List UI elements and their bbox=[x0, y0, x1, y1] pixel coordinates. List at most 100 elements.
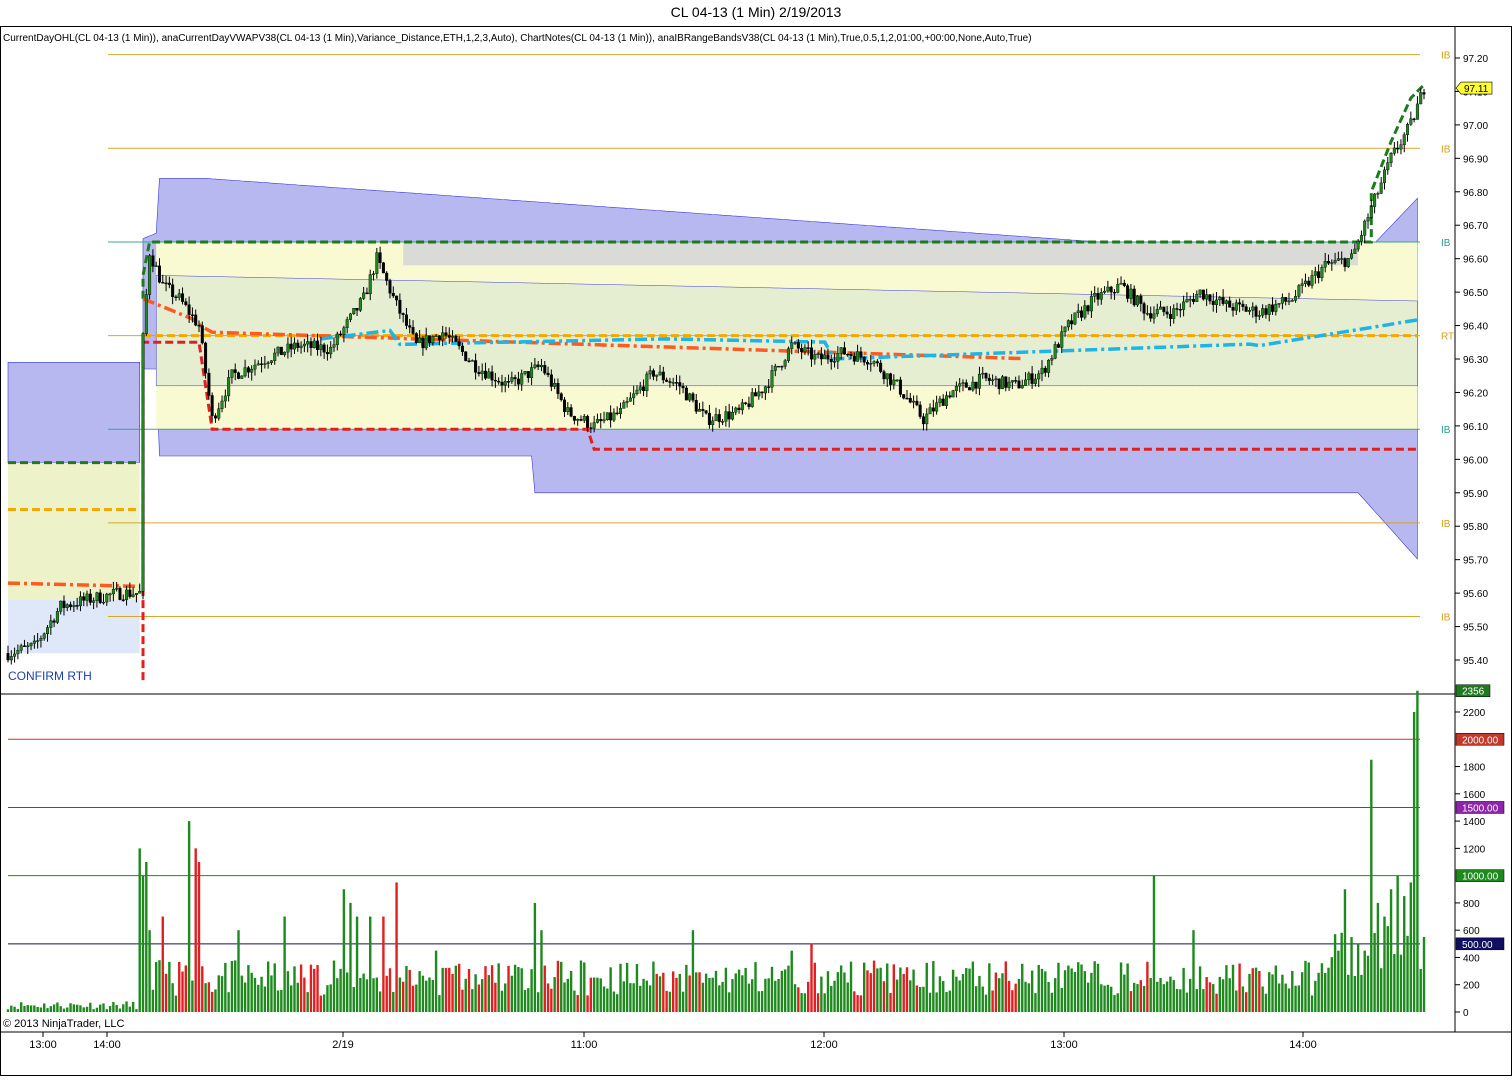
volume-tick-label: 0 bbox=[1463, 1008, 1469, 1019]
candle-body bbox=[1224, 300, 1228, 304]
volume-bar bbox=[1080, 964, 1083, 1012]
candle-body bbox=[1043, 367, 1047, 373]
volume-bar bbox=[658, 976, 662, 1012]
volume-bar bbox=[625, 962, 629, 1012]
candle-body bbox=[266, 362, 270, 364]
volume-bar bbox=[727, 992, 731, 1012]
candle-body bbox=[26, 645, 30, 648]
candle-body bbox=[576, 418, 580, 421]
volume-bar bbox=[306, 992, 309, 1012]
volume-bar bbox=[237, 930, 240, 1012]
volume-bar bbox=[1264, 993, 1268, 1012]
volume-bar bbox=[701, 982, 705, 1012]
candle-body bbox=[813, 354, 817, 360]
volume-bar bbox=[1086, 982, 1090, 1012]
candle-body bbox=[1149, 313, 1153, 319]
volume-bar bbox=[39, 1007, 43, 1012]
volume-bar bbox=[579, 960, 583, 1012]
volume-bar bbox=[1179, 989, 1182, 1012]
chart-canvas[interactable]: IBIBIBRTIBIBIB 97.2097.1097.0096.9096.80… bbox=[0, 26, 1512, 1076]
volume-bar bbox=[984, 994, 988, 1012]
candle-body bbox=[1175, 308, 1179, 310]
candle-body bbox=[1392, 147, 1396, 154]
volume-bar bbox=[49, 1006, 53, 1012]
candle-body bbox=[549, 374, 553, 387]
candle-body bbox=[151, 255, 155, 267]
volume-bar bbox=[260, 976, 263, 1012]
candle-body bbox=[1369, 206, 1373, 218]
volume-bar bbox=[1370, 759, 1373, 1012]
ib-level-label: IB bbox=[1441, 425, 1451, 436]
volume-bar bbox=[1218, 976, 1222, 1012]
candle-body bbox=[1116, 284, 1120, 293]
candle-body bbox=[533, 364, 537, 368]
candle-body bbox=[605, 412, 609, 421]
candle-body bbox=[717, 414, 721, 422]
candle-body bbox=[1277, 303, 1281, 305]
volume-bar bbox=[1126, 963, 1129, 1012]
volume-bar bbox=[276, 990, 280, 1012]
price-tick-label: 97.00 bbox=[1463, 121, 1488, 132]
candle-body bbox=[49, 620, 53, 628]
candle-body bbox=[65, 604, 69, 608]
volume-bar bbox=[734, 973, 737, 1012]
candle-body bbox=[704, 410, 708, 414]
candle-body bbox=[92, 600, 96, 603]
chart-frame[interactable]: IBIBIBRTIBIBIB 97.2097.1097.0096.9096.80… bbox=[0, 26, 1512, 1076]
candle-body bbox=[1218, 297, 1222, 301]
candle-body bbox=[862, 357, 866, 363]
candle-body bbox=[997, 378, 1001, 390]
volume-bar bbox=[168, 961, 171, 1012]
candle-body bbox=[694, 400, 698, 412]
candle-body bbox=[1228, 300, 1232, 308]
volume-bar bbox=[280, 989, 283, 1012]
volume-bar bbox=[204, 983, 207, 1012]
candle-body bbox=[971, 381, 975, 391]
candle-body bbox=[480, 370, 484, 374]
candle-body bbox=[658, 371, 662, 376]
candle-body bbox=[46, 627, 50, 635]
candle-body bbox=[895, 379, 899, 382]
volume-bar bbox=[441, 967, 444, 1012]
candle-body bbox=[1047, 359, 1051, 373]
candle-body bbox=[1297, 285, 1301, 297]
candle-body bbox=[602, 419, 606, 422]
volume-bar bbox=[26, 1005, 29, 1012]
price-tick-label: 96.10 bbox=[1463, 422, 1488, 433]
candle-body bbox=[833, 361, 837, 363]
candle-body bbox=[1159, 306, 1163, 310]
volume-bar bbox=[187, 821, 191, 1012]
volume-bar bbox=[714, 970, 718, 1012]
candle-body bbox=[1247, 310, 1251, 312]
volume-bar bbox=[711, 977, 714, 1012]
price-tick-label: 96.90 bbox=[1463, 154, 1488, 165]
volume-bar bbox=[1192, 930, 1195, 1012]
candle-body bbox=[490, 371, 494, 381]
volume-bar bbox=[770, 966, 774, 1012]
volume-bar bbox=[1208, 982, 1212, 1012]
candle-body bbox=[961, 382, 965, 384]
candle-body bbox=[1017, 380, 1021, 389]
candle-body bbox=[368, 274, 372, 295]
volume-bar bbox=[1133, 982, 1136, 1012]
candle-body bbox=[566, 407, 570, 412]
candle-body bbox=[1073, 312, 1077, 325]
volume-bar bbox=[1347, 974, 1350, 1012]
volume-bar bbox=[783, 969, 787, 1012]
candle-body bbox=[1096, 293, 1100, 300]
candle-body bbox=[760, 391, 764, 394]
volume-bar bbox=[1268, 972, 1271, 1012]
candle-body bbox=[829, 359, 833, 363]
candle-body bbox=[954, 385, 958, 391]
volume-bar bbox=[1050, 992, 1054, 1012]
volume-bar bbox=[1106, 984, 1110, 1012]
volume-bar bbox=[777, 978, 780, 1012]
volume-bar bbox=[1142, 985, 1146, 1012]
candle-body bbox=[1333, 260, 1337, 263]
volume-bar bbox=[253, 977, 257, 1012]
candle-body bbox=[230, 369, 234, 378]
candle-body bbox=[1099, 292, 1103, 300]
price-tick-label: 95.40 bbox=[1463, 656, 1488, 667]
candle-body bbox=[977, 373, 981, 389]
candle-body bbox=[131, 594, 135, 597]
